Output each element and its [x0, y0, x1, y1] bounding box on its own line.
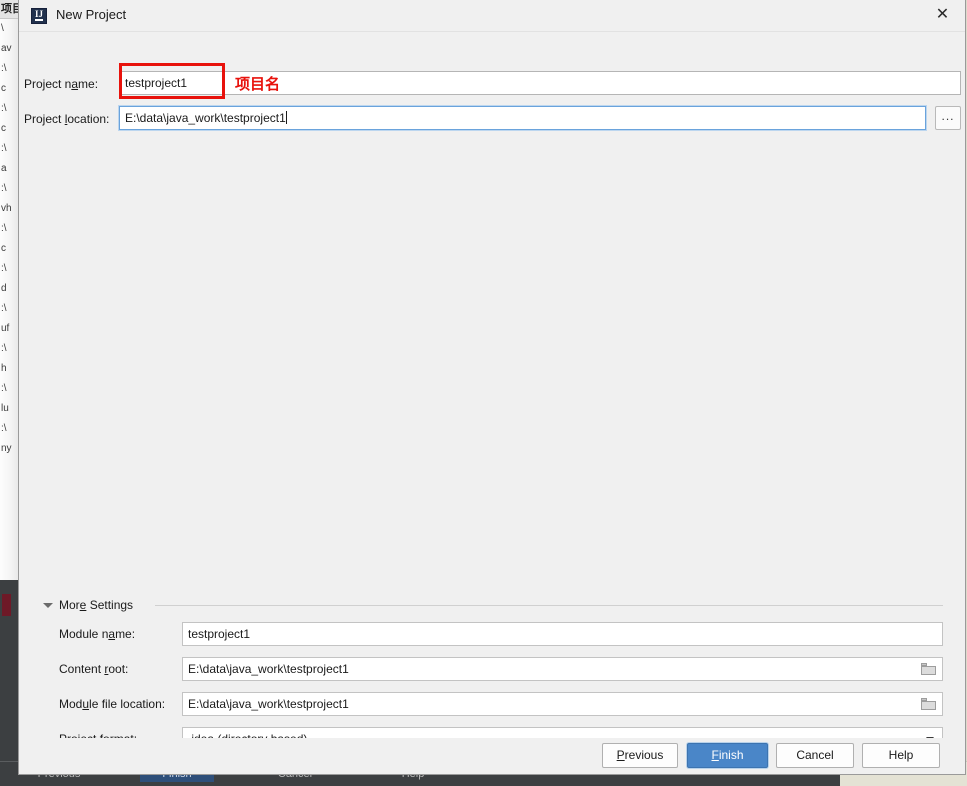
background-left-line: :\	[1, 143, 7, 154]
background-left-line: av	[1, 43, 12, 54]
folder-icon-body	[921, 701, 936, 710]
close-icon: ✕	[935, 6, 950, 23]
background-left-line: a	[1, 163, 7, 174]
background-left-line: h	[1, 363, 7, 374]
module-file-location-input[interactable]: E:\data\java_work\testproject1	[182, 692, 943, 716]
content-root-input[interactable]: E:\data\java_work\testproject1	[182, 657, 943, 681]
background-left-line: :\	[1, 303, 7, 314]
background-accent-mark	[2, 594, 11, 616]
intellij-idea-icon-glyph: IJ	[34, 9, 43, 19]
background-left-panel-title: 项目	[0, 0, 18, 19]
background-left-line: \	[1, 23, 4, 34]
background-left-dark-panel	[0, 580, 19, 786]
content-root-label: Content root:	[59, 662, 129, 676]
background-left-line: lu	[1, 403, 9, 414]
intellij-idea-icon: IJ	[31, 8, 47, 24]
background-left-line: :\	[1, 63, 7, 74]
folder-icon[interactable]	[921, 698, 936, 710]
more-settings-separator	[155, 605, 943, 606]
background-left-line: ny	[1, 443, 12, 454]
project-location-row: Project location: E:\data\java_work\test…	[19, 106, 965, 132]
intellij-idea-icon-underline	[35, 19, 43, 21]
background-left-line: :\	[1, 423, 7, 434]
help-button[interactable]: Help	[862, 743, 940, 768]
chevron-down-icon[interactable]	[43, 603, 53, 608]
new-project-dialog: IJ New Project ✕ Project name: testproje…	[18, 0, 966, 775]
cancel-button[interactable]: Cancel	[776, 743, 854, 768]
dialog-body: Project name: testproject1 项目名 Project l…	[19, 32, 965, 751]
finish-button[interactable]: Finish	[687, 743, 768, 768]
background-left-line: d	[1, 283, 7, 294]
module-name-input[interactable]: testproject1	[182, 622, 943, 646]
background-left-line: :\	[1, 183, 7, 194]
more-settings-label: More Settings	[59, 598, 134, 612]
dialog-footer: Previous Finish Cancel Help	[19, 738, 965, 774]
background-left-line: :\	[1, 103, 7, 114]
close-button[interactable]: ✕	[920, 0, 965, 30]
text-caret	[285, 111, 287, 124]
module-file-location-label: Module file location:	[59, 697, 166, 711]
project-location-input[interactable]: E:\data\java_work\testproject1	[119, 106, 926, 130]
more-settings-header[interactable]: More Settings	[19, 595, 965, 615]
module-name-row: Module name: testproject1	[19, 622, 965, 646]
project-name-row: Project name: testproject1	[19, 71, 965, 97]
browse-location-button[interactable]: ...	[935, 106, 961, 130]
dialog-titlebar: IJ New Project ✕	[19, 0, 965, 32]
background-left-line: :\	[1, 383, 7, 394]
folder-icon[interactable]	[921, 663, 936, 675]
annotation-project-name: 项目名	[235, 75, 281, 93]
project-name-label: Project name:	[24, 77, 99, 91]
background-left-line: vh	[1, 203, 12, 214]
content-root-row: Content root: E:\data\java_work\testproj…	[19, 657, 965, 681]
module-file-location-row: Module file location: E:\data\java_work\…	[19, 692, 965, 716]
folder-icon-body	[921, 666, 936, 675]
background-left-panel: 项目 \ av :\ c :\ c :\ a :\ vh :\ c :\ d :…	[0, 0, 19, 580]
background-left-line: :\	[1, 343, 7, 354]
background-left-line: :\	[1, 263, 7, 274]
background-left-line: c	[1, 83, 6, 94]
previous-button[interactable]: Previous	[602, 743, 678, 768]
background-left-line: uf	[1, 323, 10, 334]
dialog-title: New Project	[56, 7, 127, 22]
background-left-line: c	[1, 123, 6, 134]
background-left-line: :\	[1, 223, 7, 234]
project-location-label: Project location:	[24, 112, 110, 126]
background-left-line: c	[1, 243, 6, 254]
module-name-label: Module name:	[59, 627, 136, 641]
